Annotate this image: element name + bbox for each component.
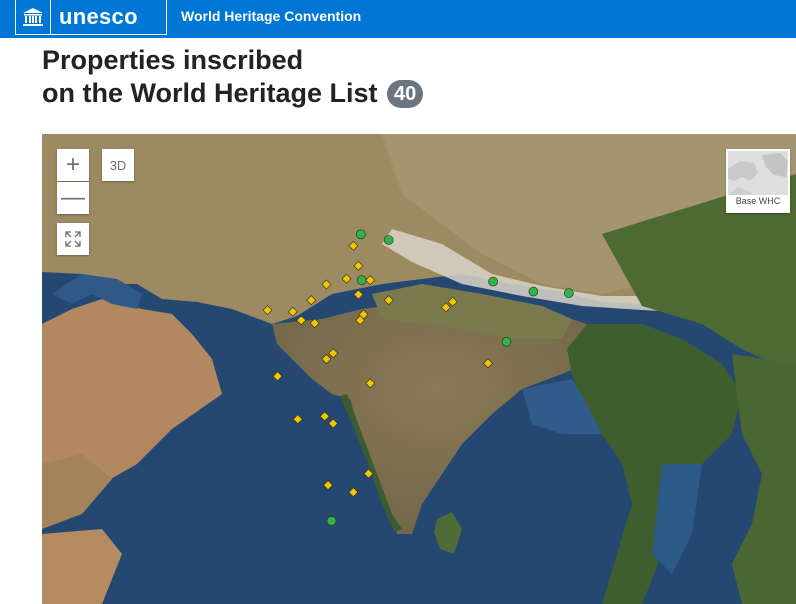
- cultural-site-marker[interactable]: [341, 273, 352, 284]
- zoom-in-button[interactable]: +: [57, 149, 89, 181]
- cultural-site-marker[interactable]: [365, 275, 376, 286]
- fullscreen-icon: [65, 231, 81, 247]
- basemap-label: Base WHC: [735, 196, 781, 206]
- cultural-site-marker[interactable]: [447, 296, 458, 307]
- logo-text: unesco: [59, 4, 138, 29]
- natural-site-marker[interactable]: [326, 516, 337, 526]
- unesco-temple-icon: [16, 0, 50, 34]
- page-title-line1: Properties inscribed: [42, 45, 304, 75]
- cultural-site-marker[interactable]: [328, 348, 339, 359]
- cultural-site-marker[interactable]: [296, 315, 307, 326]
- property-count-badge: 40: [387, 80, 424, 108]
- marker-layer: [262, 229, 574, 526]
- cultural-site-marker[interactable]: [353, 260, 364, 271]
- cultural-site-marker[interactable]: [483, 358, 493, 369]
- cultural-site-marker[interactable]: [306, 295, 317, 306]
- site-title-link[interactable]: World Heritage Convention: [181, 8, 361, 24]
- cultural-site-marker[interactable]: [440, 302, 451, 313]
- cultural-site-marker[interactable]: [272, 371, 283, 382]
- cultural-site-marker[interactable]: [319, 411, 330, 422]
- cultural-site-marker[interactable]: [353, 289, 364, 300]
- natural-site-marker[interactable]: [501, 337, 512, 347]
- natural-site-marker[interactable]: [528, 286, 539, 297]
- cultural-site-marker[interactable]: [262, 305, 273, 316]
- cultural-site-marker[interactable]: [287, 306, 298, 317]
- zoom-out-button[interactable]: —: [57, 182, 89, 214]
- natural-site-marker[interactable]: [488, 276, 498, 287]
- fullscreen-button[interactable]: [57, 223, 89, 255]
- natural-site-marker[interactable]: [383, 235, 394, 245]
- cultural-site-marker[interactable]: [321, 354, 332, 364]
- cultural-site-marker[interactable]: [363, 468, 374, 479]
- toggle-3d-button[interactable]: 3D: [102, 149, 134, 181]
- cultural-site-marker[interactable]: [383, 295, 394, 306]
- cultural-site-marker[interactable]: [321, 279, 332, 290]
- natural-site-marker[interactable]: [563, 288, 574, 298]
- cultural-site-marker[interactable]: [348, 240, 359, 251]
- cultural-site-marker[interactable]: [365, 378, 376, 389]
- natural-site-marker[interactable]: [356, 275, 367, 285]
- cultural-site-marker[interactable]: [328, 418, 339, 429]
- basemap-thumbnail: [728, 151, 788, 195]
- natural-site-marker[interactable]: [356, 229, 366, 240]
- cultural-site-marker[interactable]: [292, 414, 303, 425]
- unesco-logo[interactable]: unesco: [15, 0, 167, 35]
- page-title-line2: on the World Heritage List: [42, 78, 378, 108]
- cultural-site-marker[interactable]: [323, 480, 334, 491]
- basemap-toggle[interactable]: Base WHC: [726, 149, 790, 213]
- cultural-site-marker[interactable]: [348, 487, 359, 498]
- page-title: Properties inscribed on the World Herita…: [42, 44, 424, 110]
- top-navigation-bar: unesco World Heritage Convention: [0, 0, 796, 38]
- heritage-map[interactable]: + — 3D Base WHC: [42, 134, 796, 604]
- cultural-site-marker[interactable]: [309, 318, 320, 329]
